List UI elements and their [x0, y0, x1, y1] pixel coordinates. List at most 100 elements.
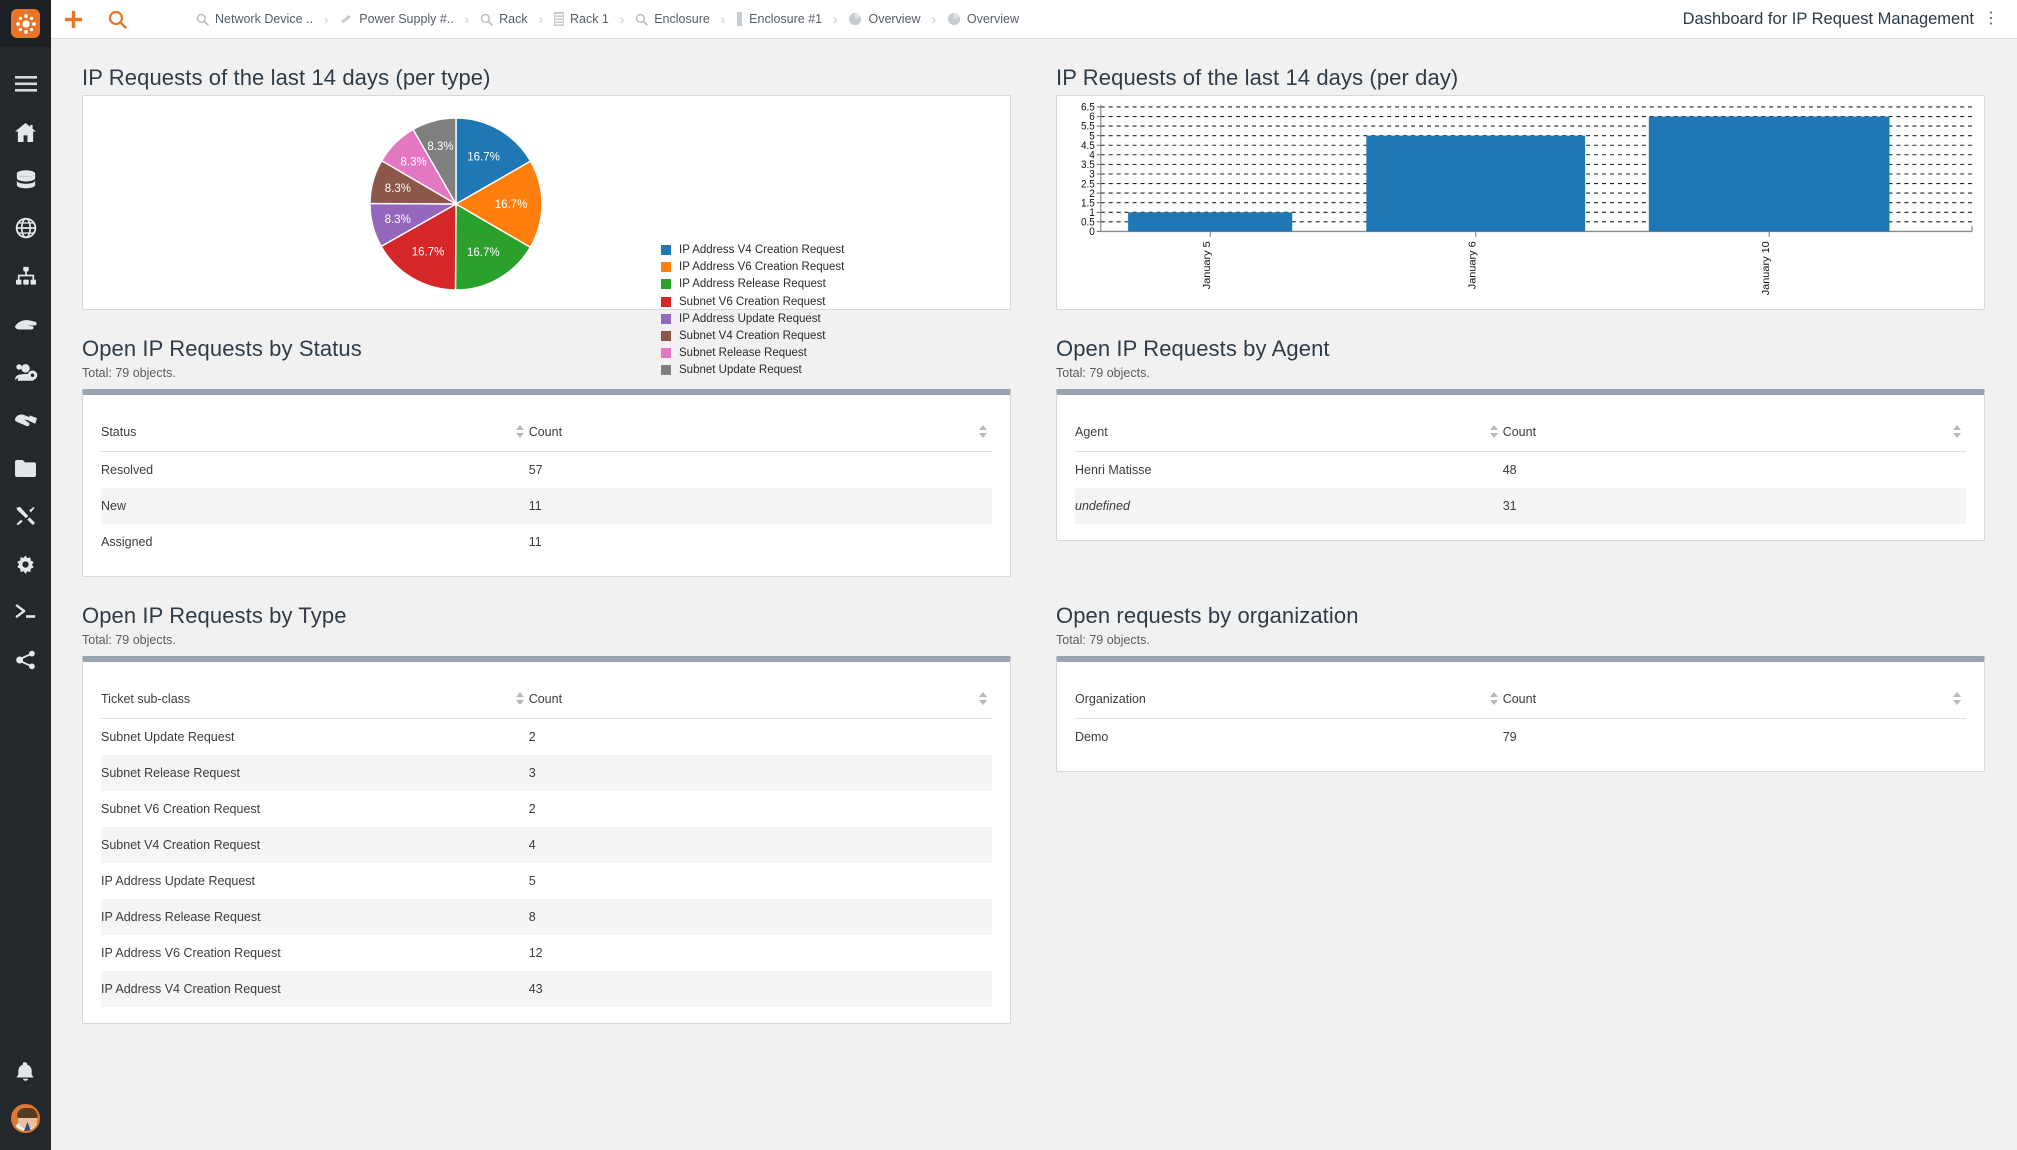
- sort-icon[interactable]: [515, 425, 525, 438]
- column-header-ticket-subclass[interactable]: Ticket sub-class: [101, 662, 529, 719]
- notifications-bell-icon[interactable]: [0, 1048, 51, 1096]
- pie-chart[interactable]: 16.7% 16.7% 16.7% 16.7% 8.3% 8.3% 8.3% 8.3%: [351, 108, 561, 301]
- table-row[interactable]: Demo 79: [1075, 719, 1966, 756]
- column-label: Count: [1502, 692, 1537, 706]
- column-header-agent[interactable]: Agent: [1075, 395, 1503, 452]
- table-row[interactable]: Resolved 57: [101, 452, 992, 489]
- sidebar-item-welcome[interactable]: [0, 108, 51, 156]
- table-row[interactable]: IP Address Release Request 8: [101, 899, 992, 935]
- sidebar-item-menu-toggle[interactable]: [0, 60, 51, 108]
- type-table: Ticket sub-class Count Subnet Update Req…: [101, 662, 992, 1007]
- sidebar-item-data-administration[interactable]: [0, 156, 51, 204]
- row-count[interactable]: 4: [528, 827, 992, 863]
- sidebar-item-service-delivery[interactable]: [0, 396, 51, 444]
- breadcrumb-item-network-device[interactable]: Network Device ..: [196, 12, 313, 26]
- breadcrumb-item-enclosure[interactable]: Enclosure: [635, 12, 710, 26]
- column-header-count[interactable]: Count: [528, 662, 992, 719]
- legend-item[interactable]: Subnet Update Request: [661, 364, 844, 376]
- table-header-row: Status Count: [101, 395, 992, 452]
- row-count[interactable]: 79: [1503, 719, 1966, 756]
- table-row[interactable]: Subnet Release Request 3: [101, 755, 992, 791]
- table-row[interactable]: New 11: [101, 488, 992, 524]
- table-row[interactable]: undefined 31: [1075, 488, 1966, 524]
- row-count[interactable]: 3: [528, 755, 992, 791]
- app-logo[interactable]: [0, 0, 51, 47]
- table-row[interactable]: Subnet V4 Creation Request 4: [101, 827, 992, 863]
- row-label[interactable]: Henri Matisse: [1075, 452, 1503, 489]
- user-avatar[interactable]: [11, 1104, 40, 1133]
- breadcrumb-item-rack[interactable]: Rack: [480, 12, 528, 26]
- sidebar: [0, 0, 51, 1150]
- sidebar-item-change-management[interactable]: [0, 492, 51, 540]
- row-count[interactable]: 12: [529, 935, 992, 971]
- legend-item[interactable]: Subnet V6 Creation Request: [661, 296, 844, 308]
- row-count[interactable]: 48: [1503, 452, 1966, 489]
- row-count[interactable]: 43: [528, 971, 992, 1007]
- pie-chart-legend: IP Address V4 Creation Request IP Address…: [661, 244, 844, 376]
- column-header-count[interactable]: Count: [528, 395, 992, 452]
- bar[interactable]: [1366, 135, 1586, 232]
- column-header-status[interactable]: Status: [101, 395, 529, 452]
- sort-icon[interactable]: [1489, 425, 1499, 438]
- sort-icon[interactable]: [515, 692, 525, 705]
- legend-swatch: [661, 365, 671, 376]
- sidebar-item-documents[interactable]: [0, 444, 51, 492]
- sidebar-item-console[interactable]: [0, 588, 51, 636]
- sort-icon[interactable]: [1953, 425, 1962, 438]
- column-header-organization[interactable]: Organization: [1075, 662, 1503, 719]
- row-count[interactable]: 2: [529, 791, 992, 827]
- legend-item[interactable]: Subnet Release Request: [661, 347, 844, 359]
- sort-icon[interactable]: [1953, 692, 1962, 705]
- table-row[interactable]: Subnet Update Request 2: [101, 719, 992, 756]
- legend-item[interactable]: IP Address Update Request: [661, 313, 844, 325]
- type-org-row: Open IP Requests by Type Total: 79 objec…: [51, 577, 2017, 1024]
- sidebar-item-network[interactable]: [0, 204, 51, 252]
- breadcrumb-label: Enclosure: [654, 12, 710, 26]
- table-row[interactable]: Henri Matisse 48: [1075, 452, 1966, 489]
- breadcrumb-item-power-supply[interactable]: Power Supply #..: [339, 12, 454, 26]
- breadcrumb-item-enclosure-1[interactable]: Enclosure #1: [736, 12, 822, 26]
- top-bar: Network Device .. › Power Supply #.. › R…: [51, 0, 2017, 39]
- legend-item[interactable]: IP Address V6 Creation Request: [661, 261, 844, 273]
- row-label: Assigned: [101, 535, 153, 549]
- bar[interactable]: [1648, 116, 1890, 232]
- legend-item[interactable]: IP Address Release Request: [661, 278, 844, 290]
- row-count[interactable]: 31: [1502, 488, 1966, 524]
- breadcrumb-item-overview-1[interactable]: Overview: [848, 12, 921, 26]
- row-count[interactable]: 11: [529, 524, 992, 560]
- sidebar-item-configuration[interactable]: [0, 252, 51, 300]
- bar[interactable]: [1128, 212, 1293, 232]
- new-object-button[interactable]: [51, 0, 95, 39]
- table-row[interactable]: Assigned 11: [101, 524, 992, 560]
- status-title: Open IP Requests by Status: [82, 336, 362, 361]
- column-header-count[interactable]: Count: [1502, 395, 1966, 452]
- column-header-count[interactable]: Count: [1502, 662, 1966, 719]
- table-row[interactable]: Subnet V6 Creation Request 2: [101, 791, 992, 827]
- breadcrumb-item-overview-2[interactable]: Overview: [947, 12, 1019, 26]
- row-count[interactable]: 2: [529, 719, 992, 756]
- table-row[interactable]: IP Address V6 Creation Request 12: [101, 935, 992, 971]
- legend-item[interactable]: Subnet V4 Creation Request: [661, 330, 844, 342]
- sort-icon[interactable]: [979, 425, 988, 438]
- sort-icon[interactable]: [979, 692, 988, 705]
- breadcrumb-item-rack-1[interactable]: Rack 1: [553, 12, 609, 26]
- table-row[interactable]: IP Address Update Request 5: [101, 863, 992, 899]
- sidebar-item-share[interactable]: [0, 636, 51, 684]
- row-count[interactable]: 57: [529, 452, 992, 489]
- row-label[interactable]: Demo: [1075, 719, 1503, 756]
- sidebar-item-user-management[interactable]: [0, 348, 51, 396]
- sidebar-item-service-management[interactable]: [0, 300, 51, 348]
- row-count[interactable]: 11: [528, 488, 992, 524]
- dashboard-menu-icon[interactable]: ⋮: [1983, 11, 1999, 27]
- sort-icon[interactable]: [1489, 692, 1499, 705]
- sidebar-item-admin-tools[interactable]: [0, 540, 51, 588]
- pie-slice-label: 16.7%: [467, 151, 500, 163]
- legend-label: IP Address V6 Creation Request: [679, 261, 845, 274]
- bar-chart[interactable]: 00.511.522.533.544.555.566.5 January 5 Ja…: [1057, 96, 1984, 309]
- legend-item[interactable]: IP Address V4 Creation Request: [661, 244, 844, 256]
- row-count[interactable]: 8: [528, 899, 992, 935]
- row-count[interactable]: 5: [529, 863, 992, 899]
- legend-swatch: [661, 279, 671, 290]
- global-search-button[interactable]: [95, 0, 139, 39]
- table-row[interactable]: IP Address V4 Creation Request 43: [101, 971, 992, 1007]
